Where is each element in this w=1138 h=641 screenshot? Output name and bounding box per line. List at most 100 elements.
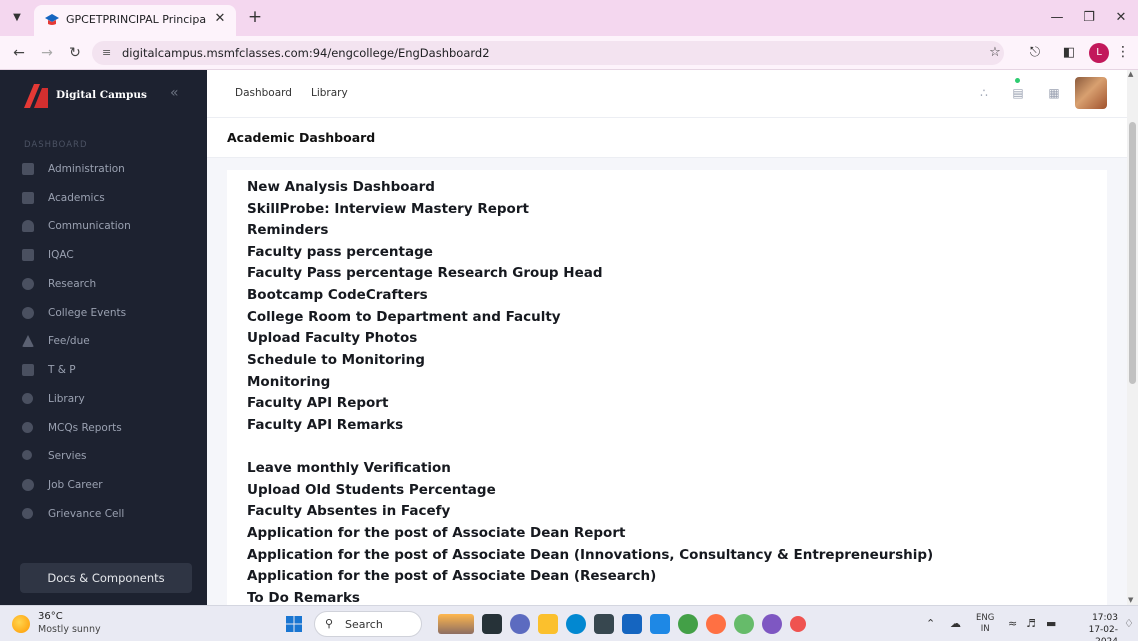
sidebar-section-label: DASHBOARD: [24, 140, 88, 150]
sidebar-item-fee-due[interactable]: Fee/due: [22, 332, 192, 352]
sidebar-item-grievance-cell[interactable]: Grievance Cell: [22, 505, 192, 525]
sidebar-item-research[interactable]: Research: [22, 275, 192, 295]
link-associate-dean-innovations[interactable]: Application for the post of Associate De…: [247, 547, 933, 563]
link-schedule-to-monitoring[interactable]: Schedule to Monitoring: [247, 352, 425, 368]
browser-tab-strip: ▼ GPCETPRINCIPAL Principal Dasl ✕ + — ❐ …: [0, 0, 1138, 36]
tab-search-chevron-icon[interactable]: ▼: [8, 9, 26, 27]
landscape-widget-icon[interactable]: [438, 614, 474, 634]
link-associate-dean-research[interactable]: Application for the post of Associate De…: [247, 568, 656, 584]
link-new-analysis-dashboard[interactable]: New Analysis Dashboard: [247, 179, 435, 195]
link-associate-dean-report[interactable]: Application for the post of Associate De…: [247, 525, 625, 541]
nav-link-dashboard[interactable]: Dashboard: [235, 87, 292, 99]
chrome-profile-icon[interactable]: [762, 614, 782, 634]
cloud-icon[interactable]: ☁: [950, 617, 961, 630]
page-scrollbar[interactable]: ▲ ▼: [1127, 70, 1138, 605]
sidebar-item-t-and-p[interactable]: T & P: [22, 361, 192, 381]
tab-close-icon[interactable]: ✕: [212, 11, 228, 27]
close-window-button[interactable]: ✕: [1110, 9, 1132, 27]
tab-title: GPCETPRINCIPAL Principal Dasl: [66, 13, 206, 26]
chat-icon[interactable]: ▤: [1009, 84, 1027, 102]
link-faculty-pass-percentage[interactable]: Faculty pass percentage: [247, 244, 433, 260]
users-icon: [22, 393, 33, 404]
sidebar-item-mcqs-reports[interactable]: MCQs Reports: [22, 419, 192, 439]
link-monitoring[interactable]: Monitoring: [247, 374, 330, 390]
main-content: New Analysis Dashboard SkillProbe: Inter…: [227, 170, 1107, 606]
link-upload-faculty-photos[interactable]: Upload Faculty Photos: [247, 330, 417, 346]
link-upload-old-students-percentage[interactable]: Upload Old Students Percentage: [247, 482, 496, 498]
search-icon: ⚲: [325, 617, 334, 630]
link-faculty-api-remarks[interactable]: Faculty API Remarks: [247, 417, 403, 433]
link-college-room[interactable]: College Room to Department and Faculty: [247, 309, 561, 325]
link-faculty-pass-research-group-head[interactable]: Faculty Pass percentage Research Group H…: [247, 265, 603, 281]
sidebar-item-label: IQAC: [48, 249, 74, 261]
sidebar-item-administration[interactable]: Administration: [22, 160, 192, 180]
outlook-icon[interactable]: [650, 614, 670, 634]
volume-icon[interactable]: ♬: [1026, 617, 1036, 630]
clock-time: 17:03: [1092, 613, 1118, 623]
minimize-button[interactable]: —: [1046, 9, 1068, 27]
show-hidden-icons-chevron-icon[interactable]: ⌃: [926, 617, 935, 630]
battery-icon[interactable]: ▬: [1046, 617, 1056, 630]
new-tab-button[interactable]: +: [246, 9, 264, 27]
apps-grid-icon[interactable]: ▦: [1045, 84, 1063, 102]
store-icon[interactable]: [594, 614, 614, 634]
back-arrow-icon[interactable]: ←: [10, 44, 28, 62]
restore-button[interactable]: ❐: [1078, 9, 1100, 27]
profile-avatar[interactable]: L: [1089, 43, 1109, 63]
scroll-down-icon[interactable]: ▼: [1128, 596, 1133, 604]
linkedin-icon[interactable]: [622, 614, 642, 634]
sidebar-item-job-career[interactable]: Job Career: [22, 476, 192, 496]
sidebar-item-library[interactable]: Library: [22, 390, 192, 410]
link-faculty-absentes-facefy[interactable]: Faculty Absentes in Facefy: [247, 503, 450, 519]
docs-components-button[interactable]: Docs & Components: [20, 563, 192, 593]
browser-menu-icon[interactable]: ⋮: [1116, 44, 1130, 60]
colorful-app-icon[interactable]: [706, 614, 726, 634]
share-icon[interactable]: ∴: [975, 84, 993, 102]
forward-arrow-icon[interactable]: →: [38, 44, 56, 62]
bookmark-star-icon[interactable]: ☆: [986, 44, 1004, 62]
sidebar-item-academics[interactable]: Academics: [22, 189, 192, 209]
notification-bell-icon[interactable]: ♢: [1124, 617, 1134, 630]
sidebar-item-label: Fee/due: [48, 335, 90, 347]
reload-icon[interactable]: ↻: [66, 44, 84, 62]
scroll-up-icon[interactable]: ▲: [1128, 70, 1133, 78]
sidebar-item-label: Academics: [48, 192, 105, 204]
user-avatar[interactable]: [1075, 77, 1107, 109]
link-to-do-remarks[interactable]: To Do Remarks: [247, 590, 360, 606]
sidebar-item-label: Communication: [48, 220, 131, 232]
edge-browser-icon[interactable]: [566, 614, 586, 634]
link-skillprobe-report[interactable]: SkillProbe: Interview Mastery Report: [247, 201, 529, 217]
side-panel-icon[interactable]: ◧: [1060, 44, 1078, 62]
sidebar-item-college-events[interactable]: College Events: [22, 304, 192, 324]
scroll-thumb[interactable]: [1129, 122, 1136, 384]
nav-link-library[interactable]: Library: [311, 87, 348, 99]
link-bootcamp-codecrafters[interactable]: Bootcamp CodeCrafters: [247, 287, 428, 303]
wifi-icon[interactable]: ≈: [1008, 617, 1017, 630]
collapse-sidebar-icon[interactable]: «: [170, 85, 179, 101]
link-reminders[interactable]: Reminders: [247, 222, 328, 238]
sidebar-item-label: Administration: [48, 163, 125, 175]
task-view-icon[interactable]: [482, 614, 502, 634]
chrome-icon[interactable]: [678, 614, 698, 634]
sidebar-item-label: Servies: [48, 450, 87, 462]
file-explorer-icon[interactable]: [538, 614, 558, 634]
language-indicator[interactable]: ENG IN: [976, 613, 994, 635]
site-info-icon[interactable]: ≡: [102, 46, 111, 59]
link-faculty-api-report[interactable]: Faculty API Report: [247, 395, 388, 411]
browser-tab[interactable]: GPCETPRINCIPAL Principal Dasl ✕: [34, 5, 236, 36]
windows-start-icon[interactable]: [286, 616, 302, 632]
sidebar-item-label: Research: [48, 278, 97, 290]
url-field[interactable]: ≡ digitalcampus.msmfclasses.com:94/engco…: [92, 41, 1004, 65]
taskbar-search[interactable]: ⚲ Search: [314, 611, 422, 637]
globe-icon: [22, 278, 34, 290]
extensions-icon[interactable]: ⎋: [1026, 44, 1044, 62]
sidebar-item-servies[interactable]: Servies: [22, 447, 192, 467]
link-leave-monthly-verification[interactable]: Leave monthly Verification: [247, 460, 451, 476]
system-clock[interactable]: 17:03 17-02-2024: [1066, 612, 1118, 641]
megaphone-icon: [22, 220, 34, 232]
whatsapp-icon[interactable]: [734, 614, 754, 634]
snipping-tool-icon[interactable]: [790, 616, 806, 632]
sidebar-item-communication[interactable]: Communication: [22, 217, 192, 237]
sidebar-item-iqac[interactable]: IQAC: [22, 246, 192, 266]
chat-app-icon[interactable]: [510, 614, 530, 634]
